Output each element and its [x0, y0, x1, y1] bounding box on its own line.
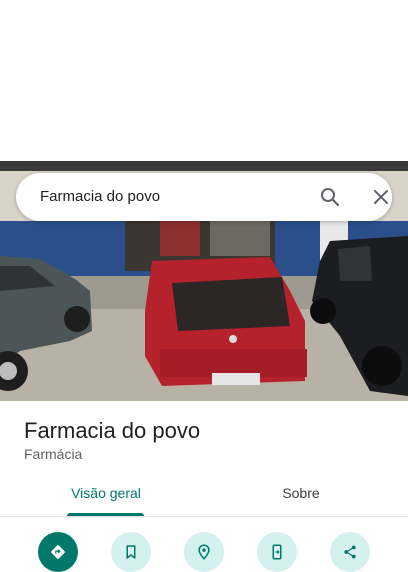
place-category[interactable]: Farmácia: [24, 446, 82, 462]
share-button[interactable]: [330, 532, 370, 572]
search-input[interactable]: Farmacia do povo: [40, 188, 160, 205]
tab-overview[interactable]: Visão geral: [53, 485, 159, 501]
save-bookmark-icon: [126, 545, 136, 559]
close-icon[interactable]: [369, 185, 393, 209]
nearby-icon: [198, 544, 210, 560]
share-icon: [344, 545, 356, 559]
search-bar[interactable]: Farmacia do povo: [16, 173, 392, 221]
place-title: Farmacia do povo: [24, 418, 201, 443]
save-button[interactable]: [111, 532, 151, 572]
directions-button[interactable]: [38, 532, 78, 572]
nearby-button[interactable]: [184, 532, 224, 572]
tabs-divider: [0, 516, 408, 517]
directions-icon: [51, 545, 65, 559]
send-to-phone-icon: [272, 544, 282, 560]
top-blank-area: [0, 0, 408, 161]
send-to-phone-button[interactable]: [257, 532, 297, 572]
search-icon[interactable]: [318, 185, 342, 209]
tab-about[interactable]: Sobre: [248, 485, 354, 501]
